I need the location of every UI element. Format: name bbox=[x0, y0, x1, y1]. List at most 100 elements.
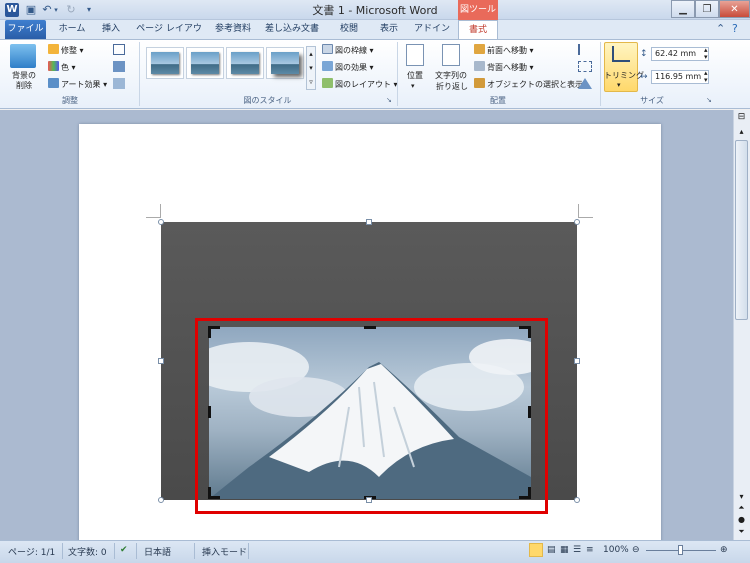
tab-mailings[interactable]: 差し込み文書 bbox=[258, 20, 326, 39]
wrap-text-icon[interactable] bbox=[442, 44, 460, 66]
compress-pictures-icon[interactable] bbox=[113, 44, 125, 55]
full-screen-view-icon[interactable]: ▤ bbox=[547, 545, 556, 555]
resize-handle[interactable] bbox=[366, 219, 372, 225]
help-icon[interactable]: ? bbox=[732, 22, 738, 35]
redo-icon[interactable]: ↻ bbox=[64, 3, 78, 17]
zoom-out-icon[interactable]: ⊖ bbox=[632, 545, 640, 555]
scroll-down-icon[interactable]: ▾ bbox=[735, 492, 748, 501]
word-count[interactable]: 文字数: 0 bbox=[68, 545, 107, 558]
tab-references[interactable]: 参考資料 bbox=[210, 20, 256, 39]
height-field[interactable]: 62.42 mm bbox=[651, 47, 709, 61]
change-picture-icon[interactable] bbox=[113, 61, 125, 72]
minimize-ribbon-icon[interactable]: ⌃ bbox=[716, 22, 725, 35]
zoom-in-icon[interactable]: ⊕ bbox=[720, 545, 728, 555]
position-dropdown-icon[interactable]: ▾ bbox=[411, 82, 415, 90]
browse-object-icon[interactable]: ● bbox=[735, 515, 748, 524]
save-icon[interactable]: ▣ bbox=[24, 3, 38, 17]
style-gallery-scroll[interactable]: ▴ ▾ ▿ bbox=[306, 46, 316, 90]
zoom-slider-thumb[interactable] bbox=[678, 545, 683, 555]
resize-handle[interactable] bbox=[574, 219, 580, 225]
outline-view-icon[interactable]: ☰ bbox=[573, 545, 581, 555]
align-icon[interactable] bbox=[578, 44, 594, 55]
corrections-label: 修整 bbox=[61, 46, 77, 55]
corrections-button[interactable]: 修整 ▾ bbox=[48, 44, 84, 56]
picture-style-3[interactable] bbox=[226, 47, 264, 79]
width-icon: ↔ bbox=[640, 72, 648, 82]
picture-styles-group-label: 図のスタイル bbox=[243, 96, 292, 105]
position-label[interactable]: 位置 bbox=[402, 70, 428, 81]
picture-layout-button[interactable]: 図のレイアウト ▾ bbox=[322, 78, 398, 90]
wrap-text-label-1[interactable]: 文字列の bbox=[432, 70, 470, 81]
margin-mark bbox=[146, 217, 161, 218]
tab-insert[interactable]: 挿入 bbox=[94, 20, 128, 39]
previous-page-icon[interactable]: ⏶ bbox=[735, 503, 748, 513]
crop-dropdown-icon[interactable]: ▾ bbox=[617, 81, 621, 89]
send-backward-button[interactable]: 背面へ移動 ▾ bbox=[474, 61, 534, 73]
scroll-up-icon[interactable]: ▴ bbox=[735, 127, 748, 139]
crop-icon bbox=[612, 46, 630, 62]
group-icon[interactable] bbox=[578, 61, 592, 72]
picture-effects-button[interactable]: 図の効果 ▾ bbox=[322, 61, 374, 73]
wrap-text-label-2[interactable]: 折り返し bbox=[432, 81, 472, 92]
dialog-launcher-icon[interactable]: ↘ bbox=[386, 96, 392, 104]
bring-forward-button[interactable]: 前面へ移動 ▾ bbox=[474, 44, 534, 56]
picture-style-2[interactable] bbox=[186, 47, 224, 79]
adjust-group-label: 調整 bbox=[62, 96, 78, 105]
crop-label: トリミング bbox=[604, 71, 644, 80]
height-icon: ↕ bbox=[640, 49, 648, 59]
tab-home[interactable]: ホーム bbox=[52, 20, 92, 39]
resize-handle[interactable] bbox=[158, 219, 164, 225]
ruler-toggle-icon[interactable]: ⊟ bbox=[735, 112, 748, 126]
customize-qat-icon[interactable]: ▾ bbox=[82, 3, 96, 17]
position-icon[interactable] bbox=[406, 44, 424, 66]
picture-style-4[interactable] bbox=[266, 47, 304, 79]
resize-handle[interactable] bbox=[574, 497, 580, 503]
remove-background-icon[interactable] bbox=[10, 44, 36, 68]
margin-mark bbox=[578, 204, 579, 218]
size-dialog-launcher-icon[interactable]: ↘ bbox=[706, 96, 712, 104]
word-app-icon[interactable]: W bbox=[5, 3, 19, 17]
resize-handle[interactable] bbox=[158, 358, 164, 364]
picture-effects-label: 図の効果 bbox=[335, 63, 367, 72]
remove-background-label-2[interactable]: 削除 bbox=[8, 80, 40, 91]
close-button[interactable]: ✕ bbox=[719, 0, 750, 18]
send-backward-icon bbox=[474, 61, 485, 71]
page-count[interactable]: ページ: 1/1 bbox=[8, 545, 55, 558]
width-spinner[interactable]: ▴ ▾ bbox=[704, 70, 708, 84]
insert-mode[interactable]: 挿入モード bbox=[202, 545, 247, 558]
language[interactable]: 日本語 bbox=[144, 545, 171, 558]
resize-handle[interactable] bbox=[158, 497, 164, 503]
tab-addins[interactable]: アドイン bbox=[412, 20, 452, 39]
selection-pane-label: オブジェクトの選択と表示 bbox=[487, 80, 583, 89]
tab-review[interactable]: 校閲 bbox=[332, 20, 366, 39]
width-field[interactable]: 116.95 mm bbox=[651, 70, 709, 84]
tab-format[interactable]: 書式 bbox=[458, 20, 498, 39]
tab-view[interactable]: 表示 bbox=[372, 20, 406, 39]
picture-layout-icon bbox=[322, 78, 333, 88]
undo-dropdown-icon[interactable]: ▾ bbox=[52, 3, 60, 17]
picture-border-button[interactable]: 図の枠線 ▾ bbox=[322, 44, 374, 56]
scroll-thumb[interactable] bbox=[735, 140, 748, 320]
height-spinner[interactable]: ▴ ▾ bbox=[704, 47, 708, 61]
minimize-button[interactable]: ▁ bbox=[671, 0, 695, 18]
draft-view-icon[interactable]: ≡ bbox=[586, 545, 594, 555]
restore-button[interactable]: ❐ bbox=[695, 0, 719, 18]
artistic-effects-button[interactable]: アート効果 ▾ bbox=[48, 78, 107, 90]
color-button[interactable]: 色 ▾ bbox=[48, 61, 76, 73]
selection-pane-button[interactable]: オブジェクトの選択と表示 bbox=[474, 78, 583, 90]
reset-picture-icon[interactable] bbox=[113, 78, 125, 89]
print-layout-view-icon[interactable] bbox=[529, 543, 543, 557]
status-separator bbox=[62, 543, 63, 559]
group-separator bbox=[600, 42, 601, 106]
status-separator bbox=[248, 543, 249, 559]
next-page-icon[interactable]: ⏷ bbox=[735, 527, 748, 537]
web-layout-view-icon[interactable]: ▦ bbox=[560, 545, 569, 555]
resize-handle[interactable] bbox=[574, 358, 580, 364]
zoom-level[interactable]: 100% bbox=[603, 545, 629, 555]
status-separator bbox=[136, 543, 137, 559]
tab-page-layout[interactable]: ページ レイアウト bbox=[132, 20, 206, 53]
tab-file[interactable]: ファイル bbox=[5, 20, 46, 39]
size-group-label: サイズ bbox=[640, 96, 664, 105]
proofing-icon[interactable]: ✔ bbox=[120, 545, 128, 555]
picture-style-1[interactable] bbox=[146, 47, 184, 79]
